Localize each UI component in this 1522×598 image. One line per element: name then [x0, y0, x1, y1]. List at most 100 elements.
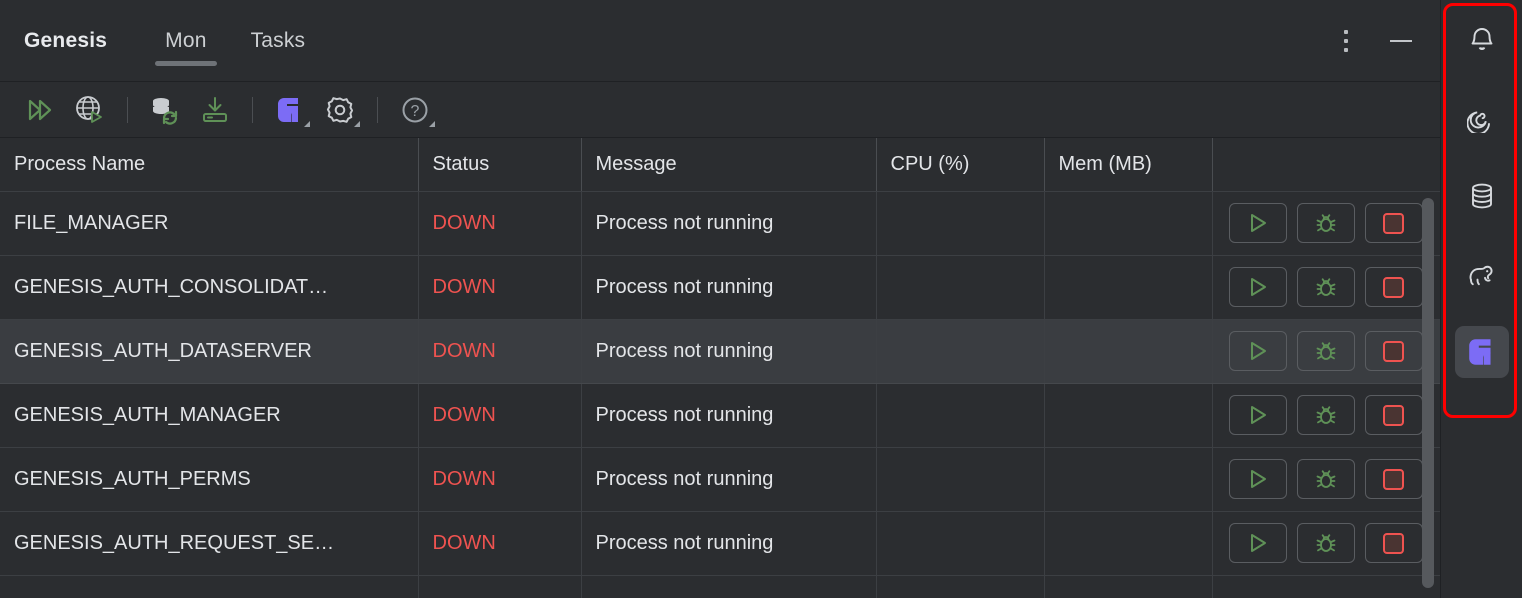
table-row[interactable]: GENESIS_AUTH_DATASERVER DOWN Process not r… — [0, 319, 1440, 384]
notifications-bell-icon[interactable] — [1455, 14, 1509, 66]
spiral-icon[interactable] — [1455, 92, 1509, 144]
tab-genesis[interactable]: Genesis — [24, 0, 143, 82]
column-header-cpu[interactable]: CPU (%) — [876, 138, 1045, 192]
dropdown-caret-icon — [304, 120, 310, 127]
process-table-body: FILE_MANAGER DOWN Process not running GENES… — [0, 191, 1440, 598]
stop-process-button[interactable] — [1364, 203, 1423, 243]
svg-text:?: ? — [411, 103, 420, 120]
column-header-actions — [1212, 138, 1440, 192]
status-badge: DOWN — [418, 447, 582, 512]
genesis-logo-icon[interactable] — [1454, 326, 1509, 378]
genesis-logo-icon[interactable] — [268, 90, 312, 130]
row-action-group — [1227, 395, 1427, 435]
cell-mem — [1044, 511, 1213, 576]
table-header-row: Process Name Status Message CPU (%) Mem … — [0, 138, 1440, 192]
tab-mon-label: Mon — [165, 29, 207, 52]
dropdown-caret-icon — [429, 120, 435, 127]
cell-message: Process not running — [581, 319, 877, 384]
cell-actions — [1212, 255, 1440, 320]
minimize-icon — [1390, 40, 1412, 42]
column-header-status[interactable]: Status — [418, 138, 582, 192]
column-header-mem[interactable]: Mem (MB) — [1044, 138, 1213, 192]
minimize-button[interactable] — [1384, 30, 1418, 52]
cell-actions — [1212, 511, 1440, 576]
stop-process-button[interactable] — [1364, 459, 1423, 499]
cell-process-name — [0, 575, 419, 598]
table-row[interactable]: GENESIS_AUTH_PERMS DOWN Process not runnin… — [0, 447, 1440, 512]
cell-message — [581, 575, 877, 598]
row-action-group — [1227, 203, 1427, 243]
debug-process-button[interactable] — [1296, 459, 1355, 499]
cell-message: Process not running — [581, 383, 877, 448]
debug-process-button[interactable] — [1296, 523, 1355, 563]
more-options-icon[interactable] — [1336, 24, 1356, 58]
stop-process-button[interactable] — [1364, 267, 1423, 307]
status-badge: DOWN — [418, 255, 582, 320]
status-badge: DOWN — [418, 511, 582, 576]
start-process-button[interactable] — [1228, 523, 1287, 563]
app-window: Genesis Mon Tasks ? Process Name Status … — [0, 0, 1522, 598]
toolbar-separator — [252, 96, 253, 123]
cell-process-name: GENESIS_AUTH_CONSOLIDAT… — [0, 255, 419, 320]
cell-mem — [1044, 575, 1213, 598]
elephant-icon[interactable] — [1455, 248, 1509, 300]
table-row[interactable] — [0, 575, 1440, 598]
cell-message: Process not running — [581, 447, 877, 512]
vertical-scrollbar[interactable] — [1422, 198, 1434, 598]
cell-mem — [1044, 383, 1213, 448]
stop-process-button[interactable] — [1364, 395, 1423, 435]
start-process-button[interactable] — [1228, 331, 1287, 371]
row-action-group — [1227, 523, 1427, 563]
stop-process-button[interactable] — [1364, 523, 1423, 563]
cell-actions — [1212, 319, 1440, 384]
cell-process-name: GENESIS_AUTH_DATASERVER — [0, 319, 419, 384]
cell-process-name: FILE_MANAGER — [0, 191, 419, 256]
cell-cpu — [876, 255, 1045, 320]
start-process-button[interactable] — [1228, 267, 1287, 307]
database-sync-icon[interactable] — [143, 90, 187, 130]
cell-actions — [1212, 383, 1440, 448]
cell-cpu — [876, 191, 1045, 256]
column-header-message[interactable]: Message — [581, 138, 877, 192]
status-badge: DOWN — [418, 383, 582, 448]
tab-indicator-active — [155, 61, 217, 66]
window-controls — [1336, 0, 1440, 82]
tab-genesis-label: Genesis — [24, 29, 108, 52]
start-process-button[interactable] — [1228, 459, 1287, 499]
globe-run-icon[interactable] — [68, 90, 112, 130]
debug-process-button[interactable] — [1296, 267, 1355, 307]
stop-process-button[interactable] — [1364, 331, 1423, 371]
cell-process-name: GENESIS_AUTH_MANAGER — [0, 383, 419, 448]
table-row[interactable]: GENESIS_AUTH_CONSOLIDAT… DOWN Process not … — [0, 255, 1440, 320]
table-row[interactable]: GENESIS_AUTH_REQUEST_SE… DOWN Process not … — [0, 511, 1440, 576]
cell-mem — [1044, 191, 1213, 256]
database-icon[interactable] — [1455, 170, 1509, 222]
debug-process-button[interactable] — [1296, 395, 1355, 435]
cell-actions — [1212, 575, 1440, 598]
table-row[interactable]: GENESIS_AUTH_MANAGER DOWN Process not runn… — [0, 383, 1440, 448]
column-header-process-name[interactable]: Process Name — [0, 138, 419, 192]
row-action-group — [1227, 267, 1427, 307]
gear-icon[interactable] — [318, 90, 362, 130]
row-action-group — [1227, 331, 1427, 371]
run-all-icon[interactable] — [18, 90, 62, 130]
debug-process-button[interactable] — [1296, 203, 1355, 243]
status-badge: DOWN — [418, 319, 582, 384]
table-row[interactable]: FILE_MANAGER DOWN Process not running — [0, 191, 1440, 256]
start-process-button[interactable] — [1228, 395, 1287, 435]
status-badge — [418, 575, 582, 598]
tab-tasks-label: Tasks — [250, 29, 306, 52]
cell-cpu — [876, 319, 1045, 384]
tab-mon[interactable]: Mon — [143, 0, 228, 82]
toolbar-separator — [127, 96, 128, 123]
toolbar: ? — [0, 82, 1440, 138]
process-table: Process Name Status Message CPU (%) Mem … — [0, 138, 1440, 598]
cell-mem — [1044, 447, 1213, 512]
tab-tasks[interactable]: Tasks — [229, 0, 328, 82]
download-to-disk-icon[interactable] — [193, 90, 237, 130]
start-process-button[interactable] — [1228, 203, 1287, 243]
tab-strip: Genesis Mon Tasks — [0, 0, 327, 82]
scrollbar-thumb[interactable] — [1422, 198, 1434, 588]
help-circle-icon[interactable]: ? — [393, 90, 437, 130]
debug-process-button[interactable] — [1296, 331, 1355, 371]
